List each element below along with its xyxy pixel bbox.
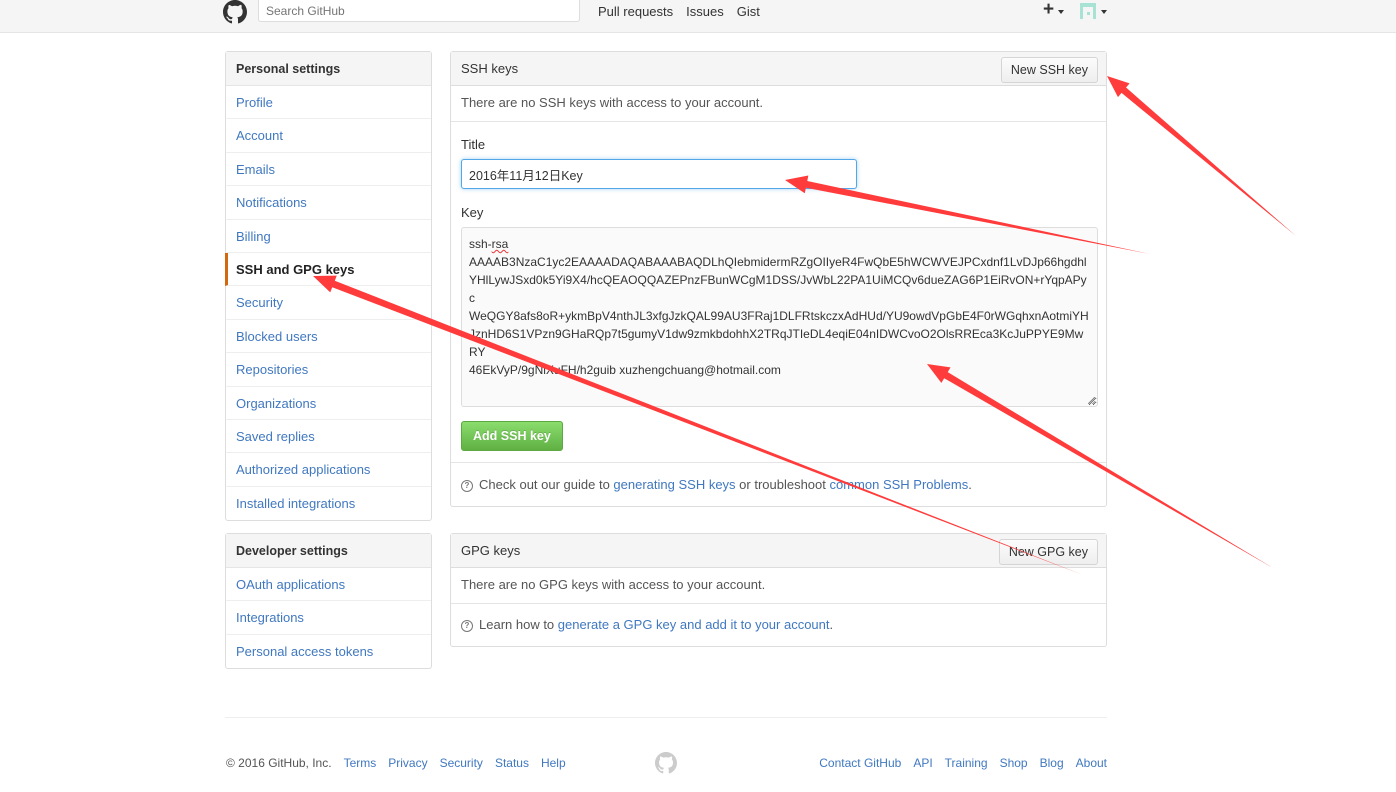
help-text: Learn how to: [479, 617, 558, 632]
panel-title: GPG keys: [461, 543, 521, 558]
sidebar-item-integrations[interactable]: Integrations: [225, 601, 431, 635]
footer-link-status[interactable]: Status: [495, 756, 529, 770]
header-nav: Pull requests Issues Gist: [598, 4, 760, 19]
arrow-to-new-ssh-key: [1107, 76, 1296, 236]
ssh-help: ? Check out our guide to generating SSH k…: [451, 463, 1106, 506]
help-text: Check out our guide to: [479, 477, 614, 492]
help-text: or troubleshoot: [735, 477, 830, 492]
new-gpg-key-button[interactable]: New GPG key: [998, 539, 1098, 565]
sidebar-item-blocked-users[interactable]: Blocked users: [225, 320, 431, 354]
footer-link-training[interactable]: Training: [945, 756, 988, 770]
generating-ssh-keys-link[interactable]: generating SSH keys: [613, 477, 735, 492]
avatar[interactable]: [1080, 3, 1096, 19]
key-label: Key: [461, 205, 484, 220]
key-line: AAAAB3NzaC1yc2EAAAADAQABAAABAQDLhQIebmid…: [469, 255, 1087, 269]
developer-settings-menu: Developer settings OAuth applications In…: [225, 533, 432, 670]
common-ssh-problems-link[interactable]: common SSH Problems: [830, 477, 969, 492]
footer-left: © 2016 GitHub, Inc. Terms Privacy Securi…: [226, 756, 566, 770]
sidebar-item-emails[interactable]: Emails: [225, 153, 431, 187]
sidebar-item-personal-access-tokens[interactable]: Personal access tokens: [225, 635, 431, 668]
title-input[interactable]: [461, 159, 857, 189]
new-ssh-key-button[interactable]: New SSH key: [1000, 57, 1098, 83]
key-line: ssh-rsa: [469, 237, 509, 251]
footer-link-contact[interactable]: Contact GitHub: [819, 756, 901, 770]
sidebar-item-oauth-applications[interactable]: OAuth applications: [225, 568, 431, 602]
sidebar-item-notifications[interactable]: Notifications: [225, 186, 431, 220]
sidebar-item-repositories[interactable]: Repositories: [225, 353, 431, 387]
gpg-keys-header: GPG keys New GPG key: [451, 534, 1106, 568]
footer-divider: [225, 717, 1107, 718]
menu-heading: Developer settings: [226, 534, 431, 568]
panel-title: SSH keys: [461, 61, 519, 76]
key-textarea[interactable]: ssh-rsa AAAAB3NzaC1yc2EAAAADAQABAAABAQDLh…: [461, 227, 1098, 407]
chevron-down-icon[interactable]: [1101, 10, 1107, 14]
ssh-keys-panel: SSH keys New SSH key There are no SSH ke…: [450, 51, 1107, 507]
footer-link-privacy[interactable]: Privacy: [388, 756, 427, 770]
new-ssh-key-form: Title Key ssh-rsa AAAAB3NzaC1yc2EAAAADAQA…: [451, 122, 1106, 463]
sidebar-item-saved-replies[interactable]: Saved replies: [225, 420, 431, 454]
gpg-keys-panel: GPG keys New GPG key There are no GPG ke…: [450, 533, 1107, 647]
add-ssh-key-button[interactable]: Add SSH key: [461, 421, 563, 451]
resize-handle[interactable]: [1088, 397, 1095, 404]
plus-icon[interactable]: +: [1043, 0, 1054, 19]
sidebar-item-installed-integrations[interactable]: Installed integrations: [225, 487, 431, 520]
sidebar-item-organizations[interactable]: Organizations: [225, 387, 431, 420]
footer-link-security[interactable]: Security: [440, 756, 483, 770]
top-header: Pull requests Issues Gist +: [0, 0, 1396, 33]
chevron-down-icon[interactable]: [1058, 10, 1064, 14]
gpg-help: ? Learn how to generate a GPG key and add…: [451, 604, 1106, 646]
sidebar-item-authorized-applications[interactable]: Authorized applications: [225, 453, 431, 487]
footer-link-terms[interactable]: Terms: [344, 756, 377, 770]
footer-link-shop[interactable]: Shop: [1000, 756, 1028, 770]
search-input[interactable]: [258, 0, 580, 22]
ssh-keys-header: SSH keys New SSH key: [451, 52, 1106, 86]
sidebar-item-profile[interactable]: Profile: [225, 86, 431, 120]
key-line: YHlLywJSxd0k5Yi9X4/hcQEAOQQAZEPnzFBunWCg…: [469, 273, 1087, 305]
key-line: 46EkVyP/9gNlXuFH/h2guib xuzhengchuang@ho…: [469, 363, 781, 377]
sidebar-item-ssh-gpg-keys[interactable]: SSH and GPG keys: [225, 252, 431, 287]
menu-heading: Personal settings: [226, 52, 431, 86]
footer-link-about[interactable]: About: [1076, 756, 1107, 770]
question-icon: ?: [461, 480, 473, 492]
footer-right: Contact GitHub API Training Shop Blog Ab…: [819, 756, 1107, 770]
generate-gpg-key-link[interactable]: generate a GPG key and add it to your ac…: [558, 617, 830, 632]
key-line: JznHD6S1VPzn9GHaRQp7t5gumyV1dw9zmkbdohhX…: [469, 327, 1084, 359]
github-octocat-icon[interactable]: [222, 0, 248, 24]
copyright: © 2016 GitHub, Inc.: [226, 756, 332, 770]
question-icon: ?: [461, 620, 473, 632]
footer-link-help[interactable]: Help: [541, 756, 566, 770]
sidebar-item-account[interactable]: Account: [225, 119, 431, 153]
footer-link-api[interactable]: API: [913, 756, 932, 770]
personal-settings-menu: Personal settings Profile Account Emails…: [225, 51, 432, 522]
nav-gist[interactable]: Gist: [737, 4, 760, 19]
help-text: .: [968, 477, 972, 492]
help-text: .: [829, 617, 834, 632]
nav-issues[interactable]: Issues: [686, 4, 724, 19]
ssh-empty-message: There are no SSH keys with access to you…: [451, 86, 1106, 122]
footer-link-blog[interactable]: Blog: [1040, 756, 1064, 770]
sidebar-item-billing[interactable]: Billing: [225, 220, 431, 253]
title-label: Title: [461, 137, 486, 152]
github-octocat-icon[interactable]: [655, 752, 677, 774]
key-line: WeQGY8afs8oR+ykmBpV4nthJL3xfgJzkQAL99AU3…: [469, 309, 1089, 323]
nav-pull-requests[interactable]: Pull requests: [598, 4, 673, 19]
gpg-empty-message: There are no GPG keys with access to you…: [451, 568, 1106, 604]
sidebar-item-security[interactable]: Security: [225, 286, 431, 320]
